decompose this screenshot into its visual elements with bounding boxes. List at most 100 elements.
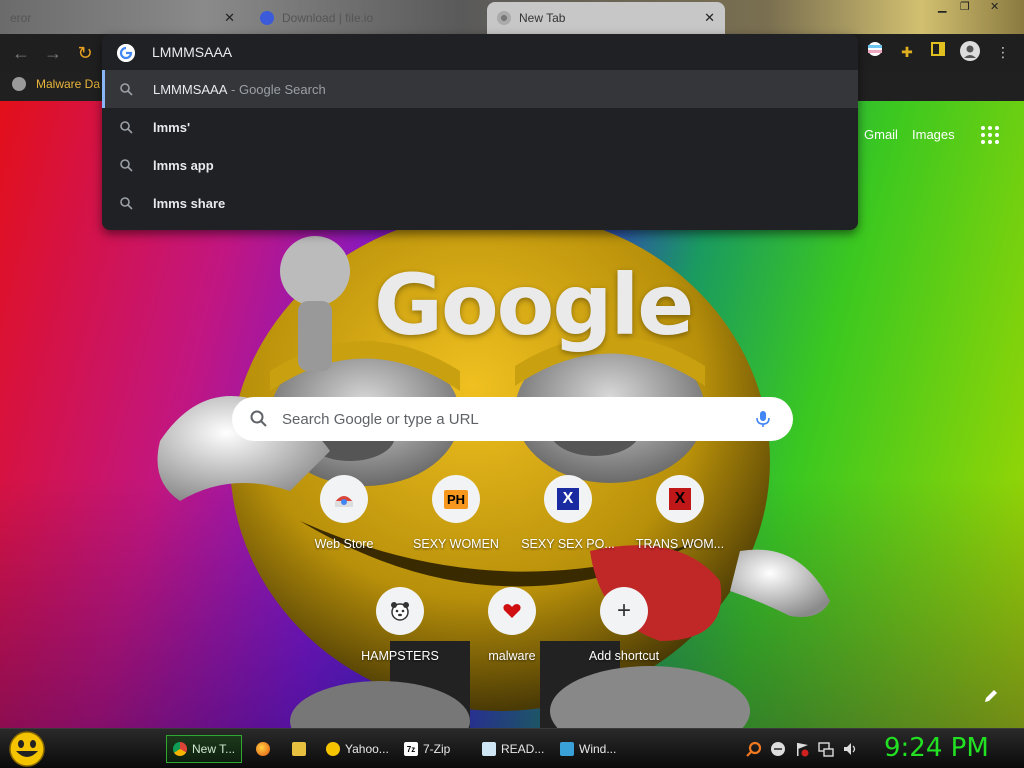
suggestion-text: LMMMSAAA: [153, 81, 228, 97]
extensions-puzzle-icon[interactable]: ✚: [896, 41, 918, 63]
omnibox-dropdown: LMMMSAAA - Google Search lmms' lmms app …: [102, 34, 858, 230]
webstore-icon: [320, 475, 368, 523]
taskbar-item-yahoo[interactable]: Yahoo...: [320, 735, 392, 763]
tab-new-tab[interactable]: New Tab ✕: [487, 2, 725, 34]
suggestion-row[interactable]: lmms': [102, 108, 858, 146]
search-icon: [120, 83, 133, 96]
tab-strip: eror ✕ Download | file.io New Tab ✕ ▁ ❐ …: [0, 0, 1024, 34]
bookmark-malware[interactable]: Malware Da: [12, 77, 100, 91]
search-icon: [120, 197, 133, 210]
yahoo-smiley-icon: [326, 742, 340, 756]
taskbar-item-window[interactable]: Wind...: [554, 735, 626, 763]
shortcut-trans-wom[interactable]: X TRANS WOM...: [624, 475, 736, 551]
window-icon: [560, 742, 574, 756]
tray-messenger-icon[interactable]: [770, 741, 786, 757]
gmail-link[interactable]: Gmail: [864, 127, 898, 142]
shortcut-label: SEXY WOMEN: [413, 537, 499, 551]
suggestion-suffix: - Google Search: [227, 81, 326, 97]
close-icon[interactable]: ✕: [704, 10, 715, 26]
tab-file-io[interactable]: Download | file.io: [250, 2, 482, 34]
x-badge: X: [669, 488, 691, 510]
x-red-icon: X: [656, 475, 704, 523]
tab-title: Download | file.io: [282, 11, 374, 25]
back-icon[interactable]: ←: [10, 42, 32, 64]
customize-pencil-icon[interactable]: [982, 687, 1000, 705]
suggestion-row[interactable]: lmms share: [102, 184, 858, 222]
taskbar-item-readme[interactable]: READ...: [476, 735, 548, 763]
restore-icon[interactable]: ❐: [960, 0, 970, 14]
sidepanel-icon[interactable]: [927, 41, 949, 63]
taskbar: New T... Yahoo... 7z 7-Zip READ... Wind.…: [0, 728, 1024, 768]
plus-glyph: +: [616, 597, 631, 624]
action-center-flag-icon[interactable]: [794, 741, 810, 757]
volume-icon[interactable]: [842, 741, 858, 757]
search-input[interactable]: [282, 410, 732, 428]
close-icon[interactable]: ✕: [224, 10, 235, 26]
suggestion-row[interactable]: LMMMSAAA - Google Search: [102, 70, 858, 108]
taskbar-label: Wind...: [579, 742, 617, 756]
tab-title: eror: [10, 11, 32, 25]
shortcut-label: Add shortcut: [588, 649, 660, 663]
shortcut-sexy-sex-po[interactable]: X SEXY SEX PO...: [512, 475, 624, 551]
search-icon: [250, 410, 267, 427]
minimize-icon[interactable]: ▁: [938, 0, 946, 14]
suggestion-text: lmms': [153, 119, 191, 135]
notepad-icon: [482, 742, 496, 756]
shortcut-label: HAMPSTERS: [361, 649, 439, 663]
taskbar-item-firefox[interactable]: [250, 735, 278, 763]
taskbar-label: New T...: [192, 742, 236, 756]
shortcut-hampsters[interactable]: HAMPSTERS: [344, 587, 456, 663]
close-window-icon[interactable]: ✕: [990, 0, 999, 14]
taskbar-label: READ...: [501, 742, 545, 756]
forward-icon[interactable]: →: [42, 42, 64, 64]
suggestion-text: lmms share: [153, 195, 226, 211]
shortcut-label: Web Store: [314, 537, 374, 551]
apps-grid-icon[interactable]: [980, 125, 1000, 145]
clock[interactable]: 9:24 PM: [884, 733, 989, 763]
search-icon: [120, 159, 133, 172]
google-logo: Google: [374, 256, 694, 354]
start-smiley-button[interactable]: [8, 731, 46, 767]
plus-icon: +: [600, 587, 648, 635]
add-shortcut-button[interactable]: + Add shortcut: [568, 587, 680, 663]
x-icon: X: [544, 475, 592, 523]
shortcut-label: TRANS WOM...: [635, 537, 725, 551]
taskbar-item-chrome[interactable]: New T...: [166, 735, 242, 763]
images-link[interactable]: Images: [912, 127, 955, 142]
folder-icon: [292, 742, 306, 756]
tab-title: New Tab: [519, 11, 566, 25]
search-box[interactable]: [232, 397, 793, 441]
tab-eror[interactable]: eror ✕: [0, 2, 245, 34]
search-icon: [120, 121, 133, 134]
tray-search-icon[interactable]: [746, 741, 762, 757]
ph-icon: PH: [432, 475, 480, 523]
menu-kebab-icon[interactable]: ⋮: [992, 41, 1014, 63]
ph-badge: PH: [443, 489, 469, 509]
network-icon[interactable]: [818, 741, 834, 757]
address-bar-input[interactable]: [152, 42, 832, 62]
x-badge: X: [557, 488, 579, 510]
hamster-icon: [376, 587, 424, 635]
globe-icon: [12, 77, 26, 91]
shortcut-label: SEXY SEX PO...: [521, 537, 615, 551]
shortcut-label: malware: [488, 649, 536, 663]
bookmark-label: Malware Da: [36, 77, 101, 91]
microphone-icon[interactable]: [753, 409, 773, 429]
google-g-icon: [117, 44, 135, 62]
shortcut-web-store[interactable]: Web Store: [288, 475, 400, 551]
chrome-icon: [173, 742, 187, 756]
reload-icon[interactable]: ↻: [74, 42, 96, 64]
7zip-icon: 7z: [404, 742, 418, 756]
shortcut-malware[interactable]: malware: [456, 587, 568, 663]
suggestion-text: lmms app: [153, 157, 214, 173]
profile-avatar-icon[interactable]: [959, 41, 981, 63]
suggestion-row[interactable]: lmms app: [102, 146, 858, 184]
omnibox-row: [102, 34, 858, 70]
shortcut-sexy-women[interactable]: PH SEXY WOMEN: [400, 475, 512, 551]
extension-flag-icon[interactable]: [864, 41, 886, 63]
taskbar-label: Yahoo...: [345, 742, 389, 756]
heart-icon: [488, 587, 536, 635]
firefox-icon: [256, 742, 270, 756]
taskbar-item-folder[interactable]: [286, 735, 314, 763]
taskbar-item-7zip[interactable]: 7z 7-Zip: [398, 735, 460, 763]
